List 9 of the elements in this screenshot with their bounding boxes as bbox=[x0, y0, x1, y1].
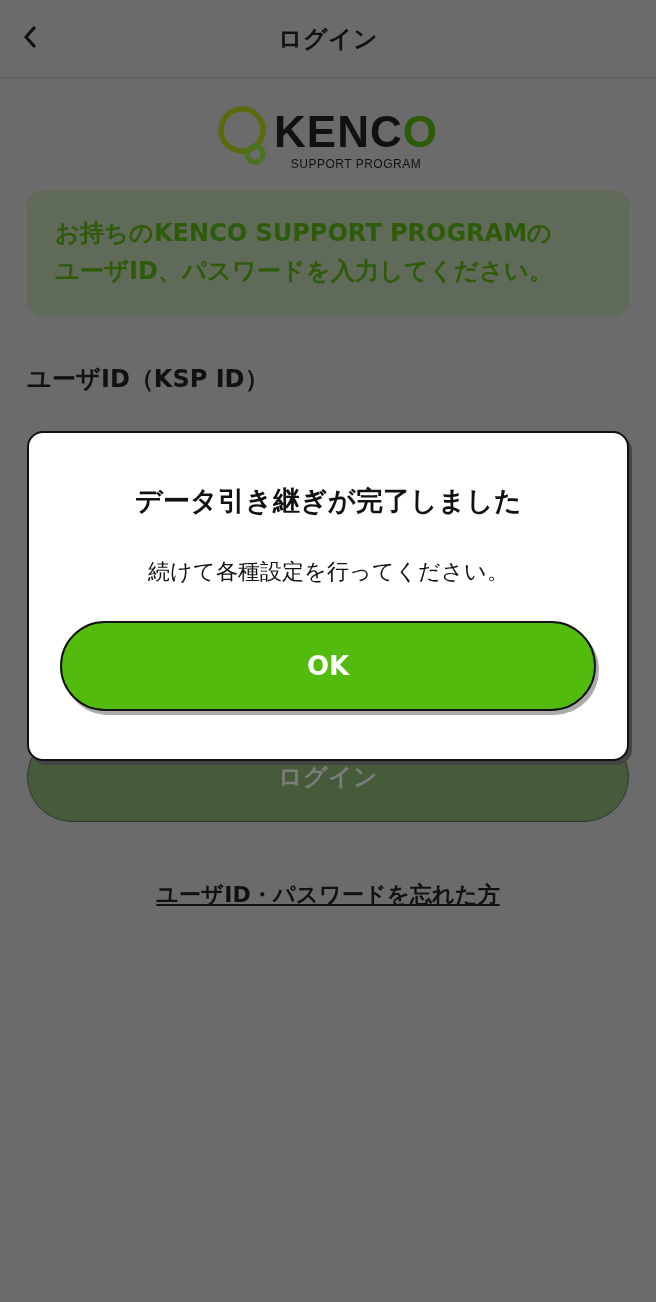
field-label: ユーザID（KSP ID） bbox=[27, 364, 270, 394]
dialog-title: データ引き継ぎが完了しました bbox=[134, 484, 522, 518]
forgot-link[interactable]: ユーザID・パスワードを忘れた方 bbox=[156, 880, 500, 910]
dialog-message: 続けて各種設定を行ってください。 bbox=[147, 558, 509, 586]
notice-text: お持ちのKENCO SUPPORT PROGRAMのユーザID、パスワードを入力してください。 bbox=[55, 218, 554, 287]
logo-wordmark: KENCO bbox=[274, 110, 438, 154]
logo-tagline: SUPPORT PROGRAM bbox=[290, 157, 422, 171]
back-icon[interactable] bbox=[22, 26, 38, 48]
header-title: ログイン bbox=[278, 23, 378, 55]
